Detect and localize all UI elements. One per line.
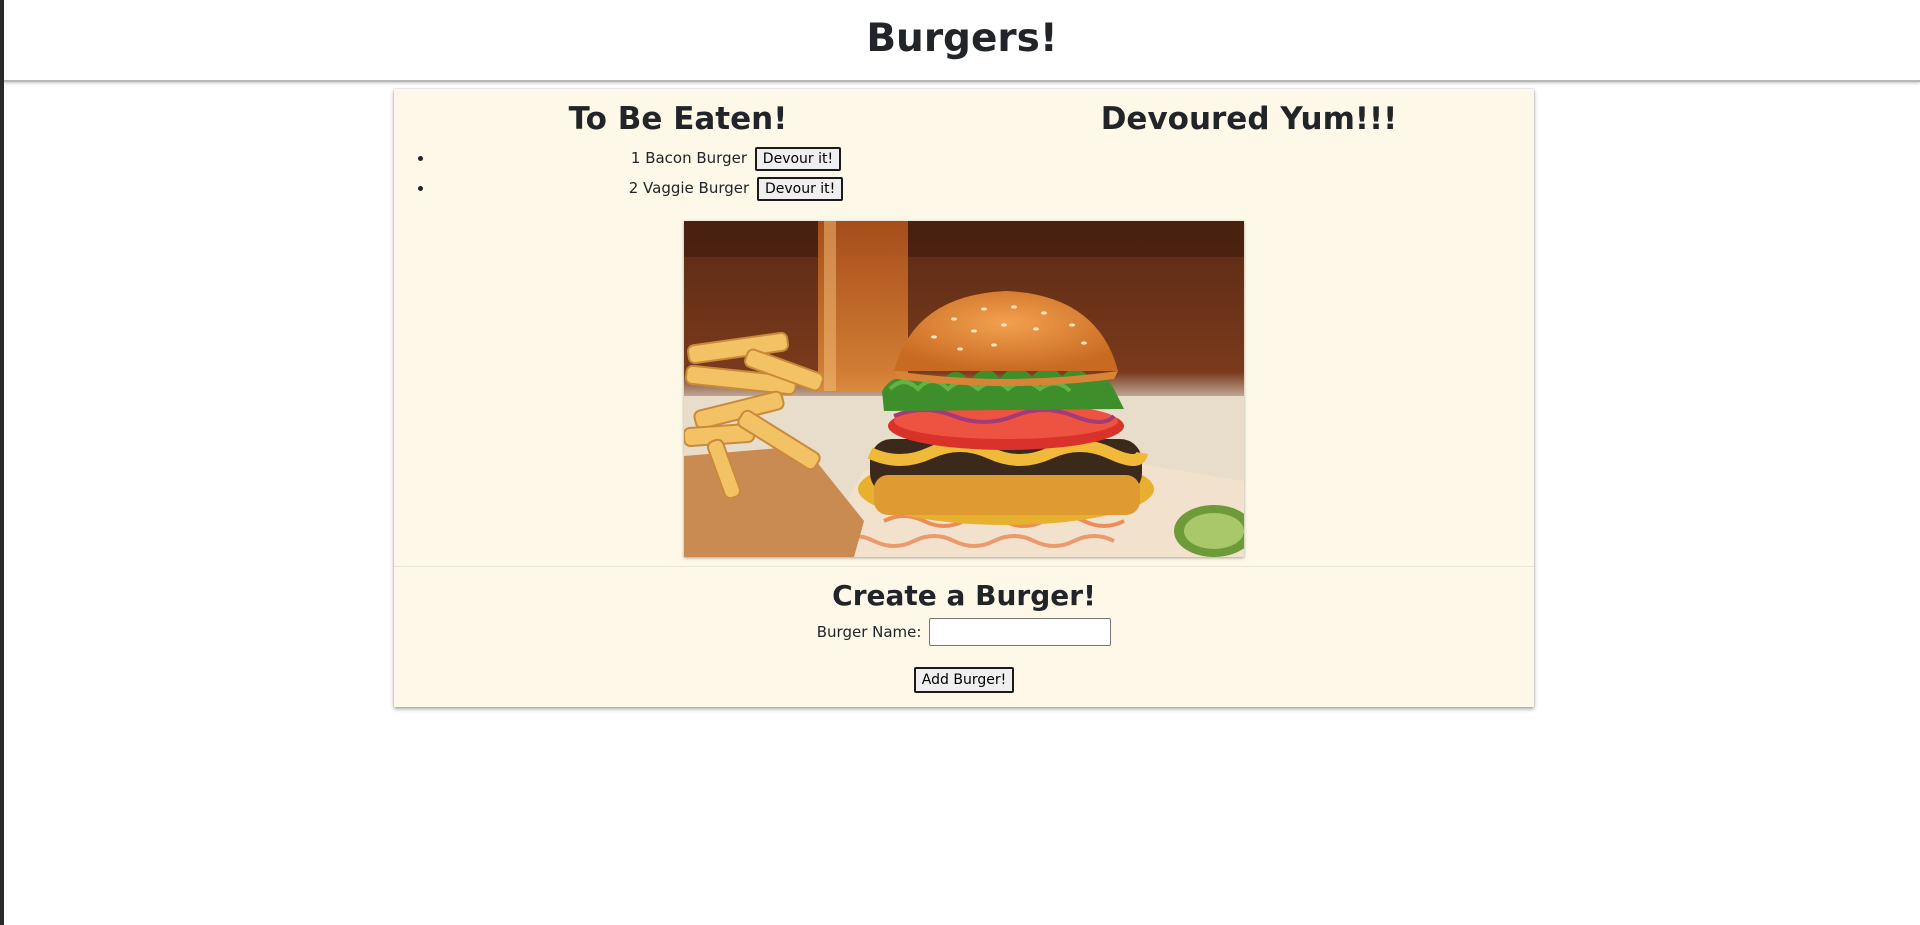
- devoured-column: Devoured Yum!!!: [964, 89, 1534, 137]
- window-edge: [0, 0, 4, 925]
- page-title: Burgers!: [866, 16, 1058, 61]
- burger-name-input[interactable]: [929, 618, 1112, 646]
- burger-name-label: Burger Name:: [816, 622, 922, 641]
- list-item: 1 Bacon Burger Devour it!: [434, 143, 964, 173]
- to-be-eaten-heading: To Be Eaten!: [568, 101, 788, 137]
- list-item: 2 Vaggie Burger Devour it!: [434, 173, 964, 203]
- burger-photo-illustration: [684, 221, 1244, 557]
- add-burger-button[interactable]: Add Burger!: [913, 667, 1015, 693]
- devour-button[interactable]: Devour it!: [756, 177, 844, 201]
- burger-photo: [684, 221, 1244, 557]
- to-be-eaten-column: To Be Eaten! 1 Bacon Burger Devour it! 2…: [394, 89, 964, 203]
- create-burger-heading: Create a Burger!: [832, 579, 1096, 612]
- devour-button[interactable]: Devour it!: [754, 147, 842, 171]
- burger-id: 1: [630, 149, 641, 167]
- burger-name-row: Burger Name:: [394, 618, 1534, 646]
- to-be-eaten-list: 1 Bacon Burger Devour it! 2 Vaggie Burge…: [394, 143, 964, 203]
- burger-name: Vaggie Burger: [643, 179, 750, 197]
- page-header: Burgers!: [4, 0, 1920, 82]
- create-burger-form: Create a Burger! Burger Name: Add Burger…: [394, 567, 1534, 693]
- burger-name: Bacon Burger: [645, 149, 748, 167]
- burger-id: 2: [628, 179, 639, 197]
- devoured-heading: Devoured Yum!!!: [1100, 101, 1398, 137]
- burger-card: To Be Eaten! 1 Bacon Burger Devour it! 2…: [394, 89, 1534, 707]
